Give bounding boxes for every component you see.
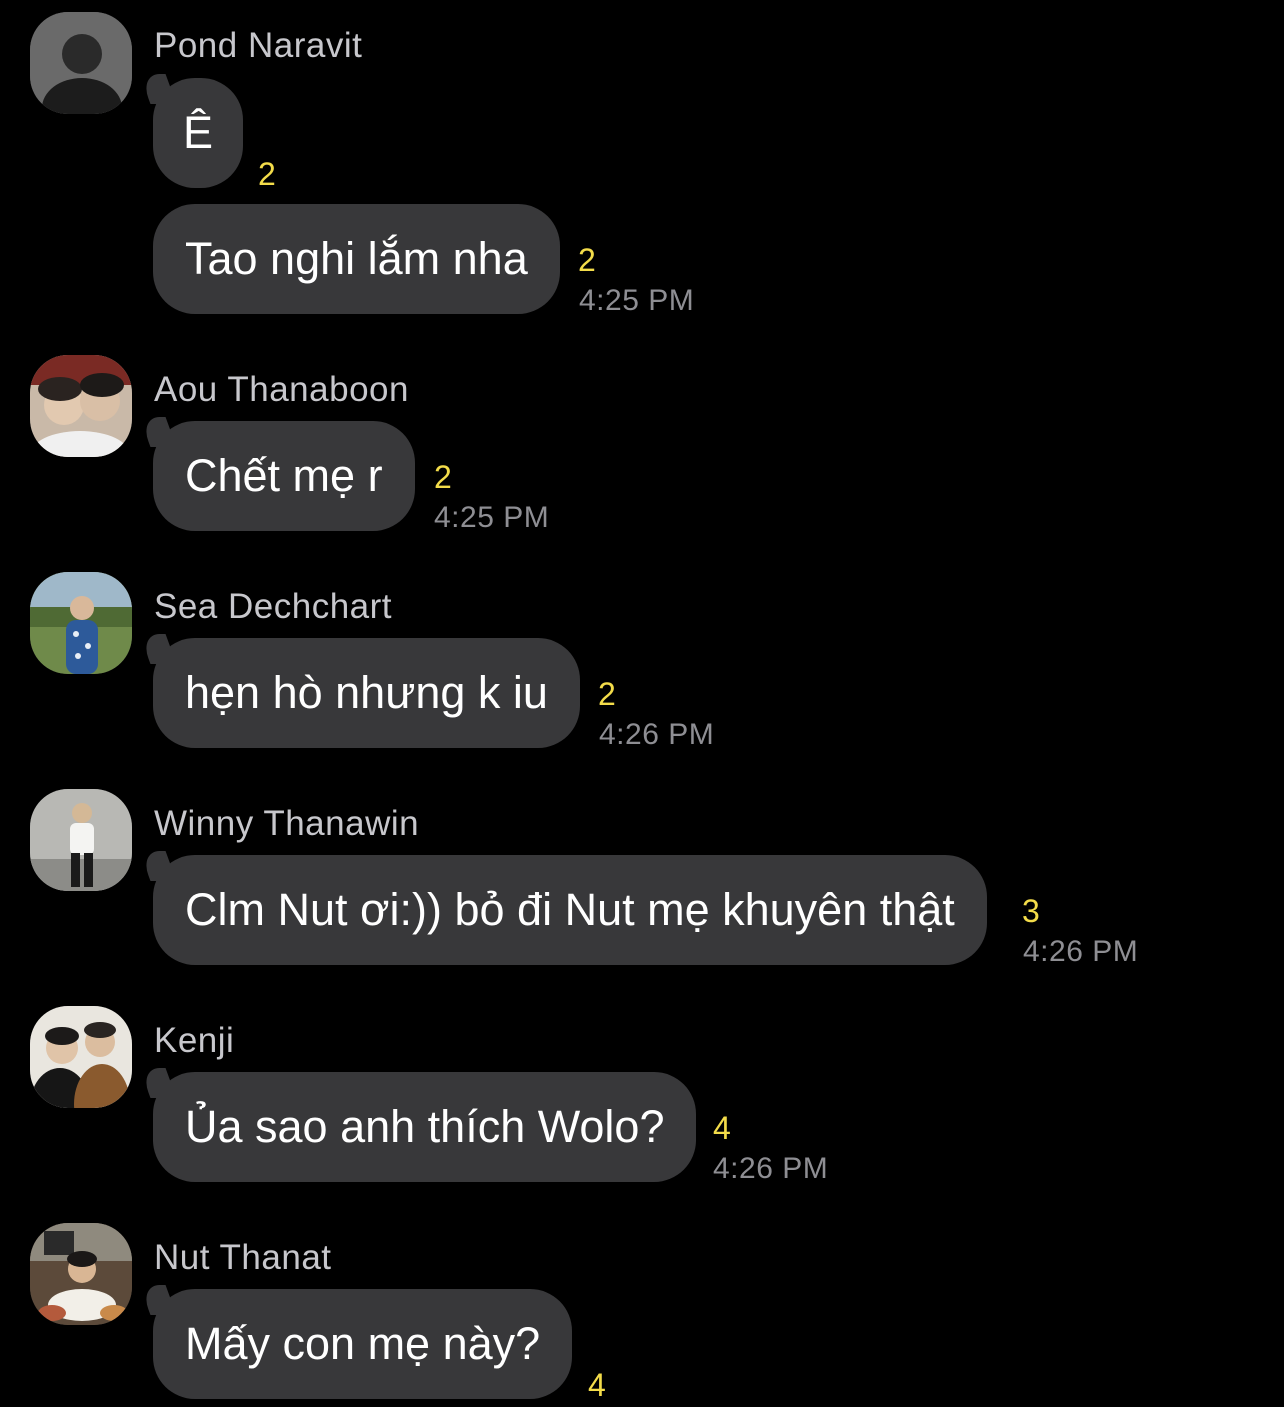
avatar[interactable] [30,1006,132,1108]
message-text: Tao nghi lắm nha [185,233,528,284]
sender-name: Sea Dechchart [154,587,393,626]
timestamp: 4:26 PM [713,1152,829,1185]
avatar[interactable] [30,355,132,457]
unread-count: 2 [598,676,616,712]
unread-count: 4 [713,1110,731,1146]
message-bubble[interactable]: Tao nghi lắm nha [153,204,560,314]
message-bubble[interactable]: Chết mẹ r [153,421,415,531]
sender-name: Kenji [154,1021,235,1060]
message-text: Ê [182,107,213,158]
unread-count: 2 [578,242,596,278]
avatar[interactable] [30,572,132,674]
sender-name: Aou Thanaboon [154,370,409,409]
message-text: hẹn hò nhưng k iu [185,667,548,718]
message-bubble[interactable]: Ủa sao anh thích Wolo? [153,1072,697,1182]
unread-count: 3 [1022,893,1040,929]
timestamp: 4:26 PM [1023,935,1139,968]
message-bubble[interactable]: Mấy con mẹ này? [153,1289,573,1399]
avatar[interactable] [30,789,132,891]
message-text: Clm Nut ơi:)) bỏ đi Nut mẹ khuyên thật [185,884,955,935]
timestamp: 4:25 PM [579,284,695,317]
unread-count: 2 [258,156,276,192]
message-bubble[interactable]: hẹn hò nhưng k iu [153,638,580,748]
timestamp: 4:25 PM [434,501,550,534]
message-text: Mấy con mẹ này? [185,1318,541,1369]
avatar[interactable] [30,1223,132,1325]
message-bubble[interactable]: Clm Nut ơi:)) bỏ đi Nut mẹ khuyên thật [153,855,987,965]
unread-count: 4 [588,1367,606,1403]
message-text: Ủa sao anh thích Wolo? [185,1101,665,1152]
sender-name: Pond Naravit [154,26,363,65]
unread-count: 2 [434,459,452,495]
sender-name: Winny Thanawin [154,804,420,843]
message-text: Chết mẹ r [185,450,383,501]
message-bubble[interactable]: Ê [153,78,243,188]
chat-thread: Pond Naravit Ê 2 Tao nghi lắm nha 2 4:25… [0,0,1284,1407]
sender-name: Nut Thanat [154,1238,332,1277]
avatar[interactable] [30,12,132,114]
timestamp: 4:26 PM [599,718,715,751]
